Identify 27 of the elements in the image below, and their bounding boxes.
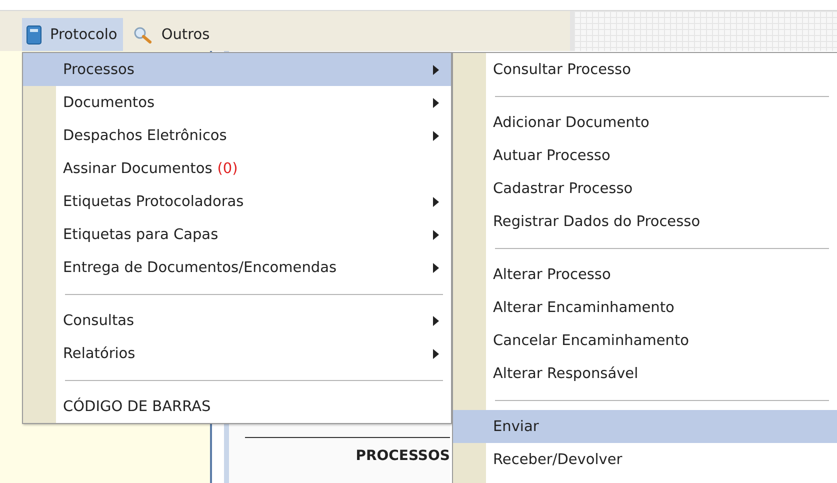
menu-item[interactable]: Enviar: [453, 410, 837, 443]
menu-item[interactable]: Adicionar Documento: [453, 106, 837, 139]
menu-item[interactable]: Registrar Dados do Processo: [453, 205, 837, 238]
menu-item[interactable]: Entrega de Documentos/Encomendas: [23, 251, 451, 284]
menu-item[interactable]: Alterar Processo: [453, 258, 837, 291]
menu-item[interactable]: Assinar Documentos (0): [23, 152, 451, 185]
count-label: (0): [217, 160, 238, 176]
menu-item[interactable]: Alterar Encaminhamento: [453, 291, 837, 324]
menu-item[interactable]: Consultas: [23, 304, 451, 337]
menu-item[interactable]: Consultar Processo: [453, 53, 837, 86]
book-icon: [26, 24, 42, 44]
search-icon: [133, 26, 154, 44]
menu-item[interactable]: Processos: [23, 53, 451, 86]
menu-item[interactable]: Etiquetas para Capas: [23, 218, 451, 251]
menu-bar-item[interactable]: Outros: [129, 18, 216, 51]
menu-item[interactable]: CÓDIGO DE BARRAS: [23, 390, 451, 423]
menu-item[interactable]: Alterar Responsável: [453, 357, 837, 390]
menu-item[interactable]: Cancelar Encaminhamento: [453, 324, 837, 357]
menu-item[interactable]: Despachos Eletrônicos: [23, 119, 451, 152]
menu-item[interactable]: Receber/Devolver: [453, 443, 837, 476]
section-heading: PROCESSOS: [354, 447, 450, 464]
menu-item[interactable]: Autuar Processo: [453, 139, 837, 172]
menu-item[interactable]: Relatórios: [23, 337, 451, 370]
menu-item[interactable]: Documentos: [23, 86, 451, 119]
menu-item[interactable]: Cadastrar Processo: [453, 172, 837, 205]
menu-bar-item[interactable]: Protocolo: [22, 18, 124, 51]
menu-item[interactable]: Etiquetas Protocoladoras: [23, 185, 451, 218]
